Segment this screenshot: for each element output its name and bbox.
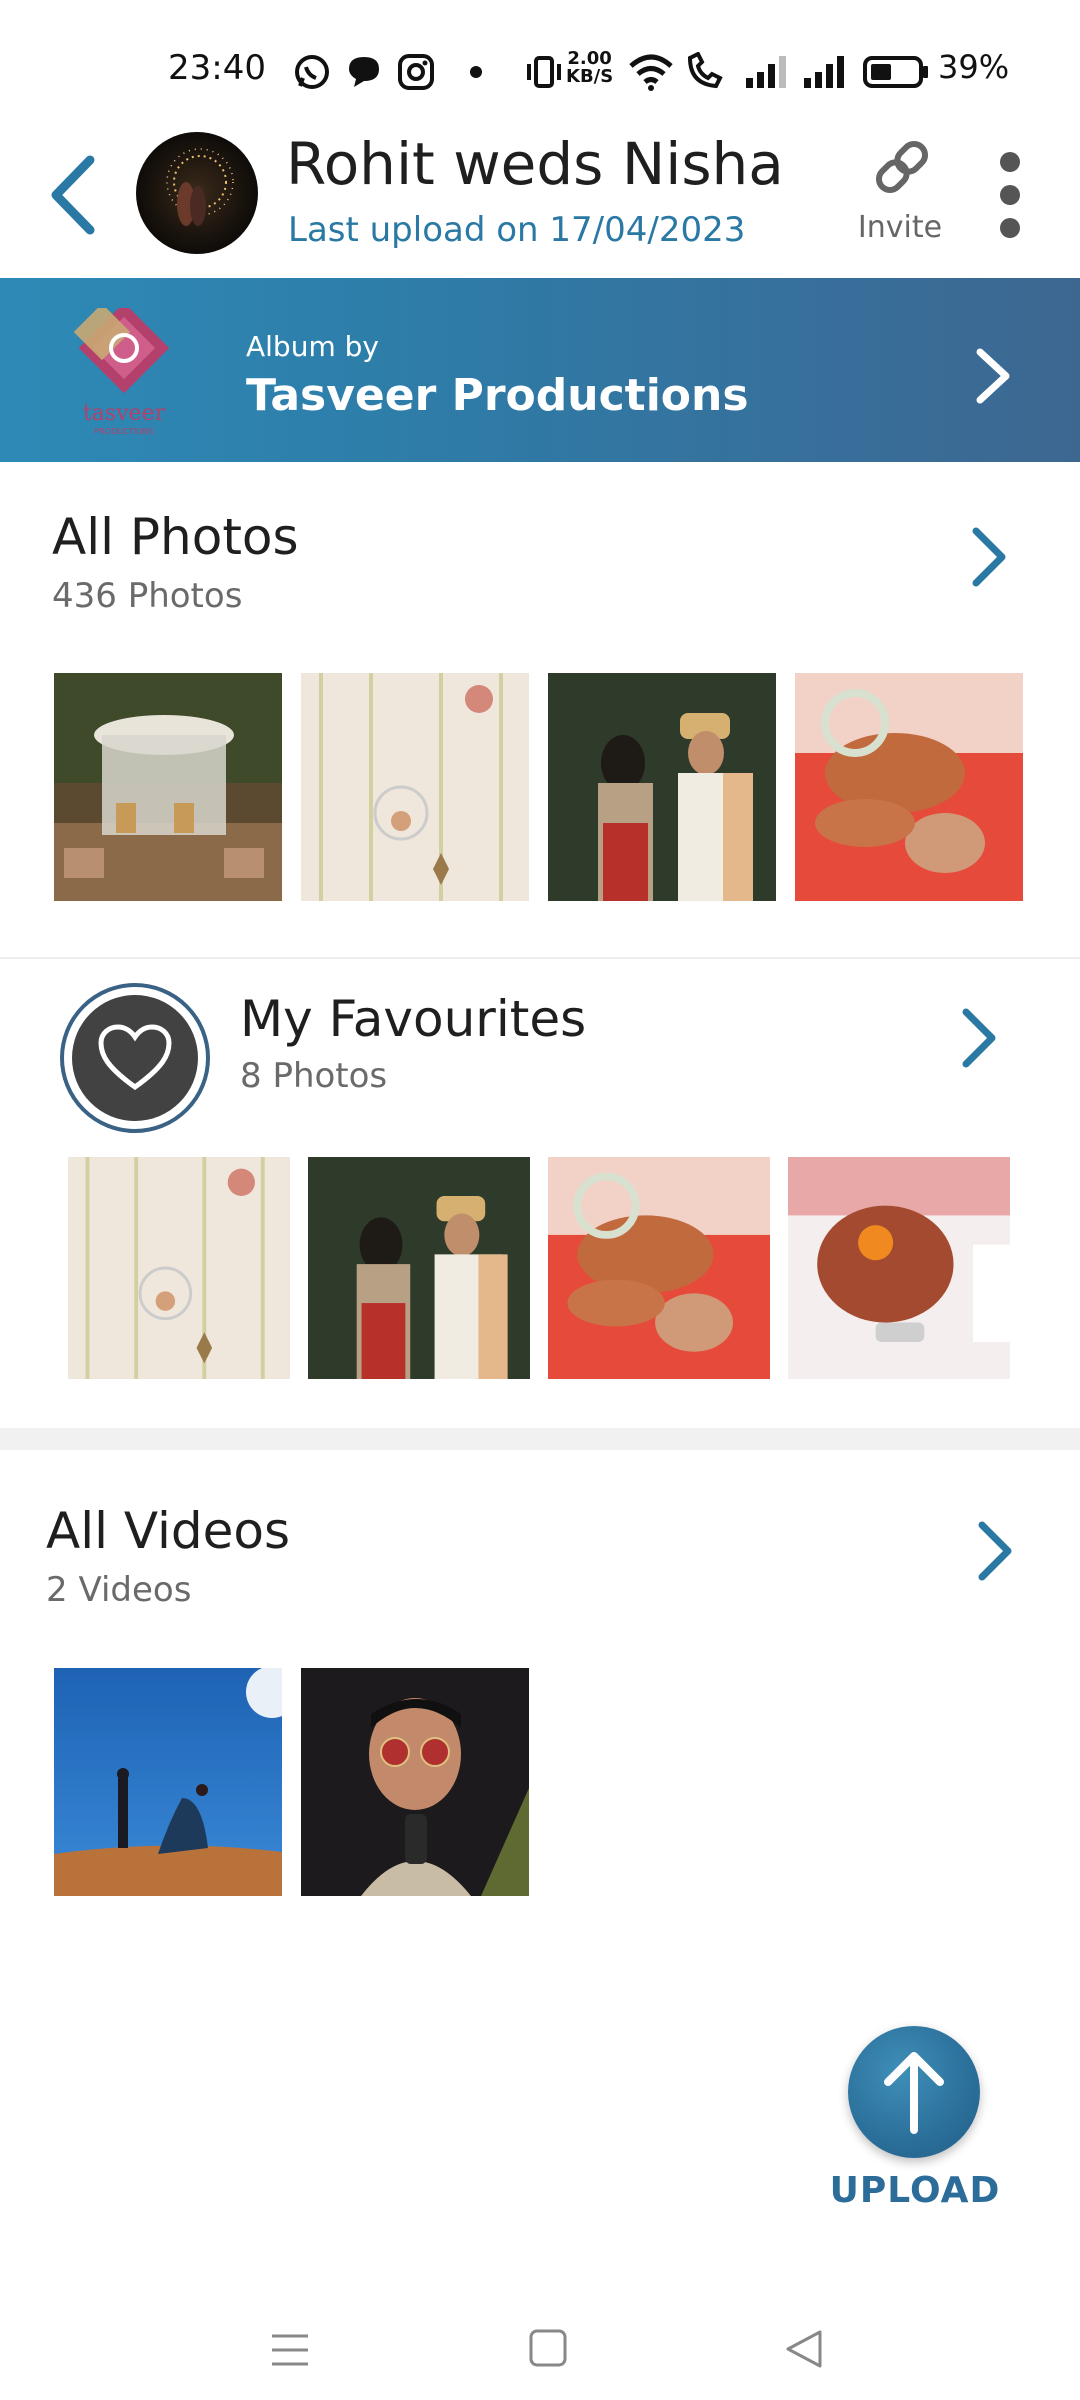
photo-thumbnail[interactable]: [68, 1157, 290, 1379]
section-divider: [0, 957, 1080, 959]
whatsapp-icon: [295, 55, 329, 89]
signal-icon: [804, 56, 844, 88]
home-icon[interactable]: [528, 2328, 568, 2368]
henna-flower-thumb: [788, 1157, 1010, 1379]
producer-name: Tasveer Productions: [246, 370, 749, 421]
photo-thumbnail[interactable]: [54, 673, 282, 901]
battery-icon: [863, 56, 928, 88]
couple-garland-thumb: [308, 1157, 530, 1379]
chevron-right-icon[interactable]: [956, 1006, 1002, 1070]
chevron-right-icon: [976, 348, 1010, 404]
wedding-mandap-thumb: [54, 673, 282, 901]
invite-button[interactable]: Invite: [848, 132, 952, 252]
photo-thumbnail[interactable]: [795, 673, 1023, 901]
status-time: 23:40: [168, 48, 266, 88]
photo-thumbnail[interactable]: [301, 673, 529, 901]
mehndi-hands-thumb: [795, 673, 1023, 901]
vibrate-icon: [527, 56, 561, 88]
sunglasses-man-thumb: [301, 1668, 529, 1896]
network-speed-unit: KB/S: [566, 66, 614, 87]
dot-icon: [470, 66, 482, 78]
chevron-right-icon[interactable]: [966, 525, 1012, 589]
photo-thumbnail[interactable]: [788, 1157, 1010, 1379]
invite-label: Invite: [857, 210, 943, 245]
favourites-count: 8 Photos: [240, 1056, 388, 1096]
svg-text:PRODUCTIONS: PRODUCTIONS: [95, 427, 154, 436]
photo-thumbnail[interactable]: [548, 1157, 770, 1379]
svg-text:tasveer: tasveer: [83, 401, 166, 426]
favourites-badge[interactable]: [60, 983, 210, 1133]
battery-percent: 39%: [938, 48, 1010, 86]
desert-couple-thumb: [54, 1668, 282, 1896]
system-nav-bar: [0, 2280, 1080, 2400]
chevron-right-icon[interactable]: [972, 1519, 1018, 1583]
all-videos-title[interactable]: All Videos: [46, 1502, 290, 1560]
producer-banner[interactable]: tasveer PRODUCTIONS Album by Tasveer Pro…: [0, 278, 1080, 462]
status-bar: 23:40 2.00 KB/S 39%: [0, 0, 1080, 140]
back-icon[interactable]: [38, 150, 108, 240]
hanging-decor-thumb: [68, 1157, 290, 1379]
arrow-up-icon: [884, 2052, 944, 2134]
all-photos-title[interactable]: All Photos: [52, 508, 299, 566]
hanging-decor-thumb: [301, 673, 529, 901]
instagram-icon: [398, 54, 434, 90]
more-options-button[interactable]: [990, 150, 1030, 240]
photo-thumbnail[interactable]: [548, 673, 776, 901]
album-avatar[interactable]: [136, 132, 258, 254]
all-photos-count: 436 Photos: [52, 576, 243, 616]
last-upload-date: Last upload on 17/04/2023: [288, 210, 746, 250]
album-by-label: Album by: [246, 330, 379, 363]
more-vertical-icon: [1000, 152, 1020, 238]
mehndi-hands-thumb: [548, 1157, 770, 1379]
couple-garland-thumb: [548, 673, 776, 901]
call-icon: [687, 52, 723, 89]
video-thumbnail[interactable]: [301, 1668, 529, 1896]
favourites-title[interactable]: My Favourites: [240, 990, 586, 1048]
section-divider: [0, 1428, 1080, 1450]
back-nav-icon[interactable]: [784, 2328, 824, 2370]
network-speed: 2.00 KB/S: [566, 50, 613, 86]
video-thumbnail[interactable]: [54, 1668, 282, 1896]
chat-bubble-icon: [349, 57, 379, 87]
link-icon: [875, 140, 929, 194]
producer-logo: tasveer PRODUCTIONS: [64, 302, 184, 438]
photo-thumbnail[interactable]: [308, 1157, 530, 1379]
upload-label[interactable]: UPLOAD: [820, 2170, 1010, 2211]
menu-icon[interactable]: [270, 2330, 310, 2370]
wifi-icon: [629, 54, 673, 91]
all-videos-count: 2 Videos: [46, 1570, 192, 1610]
upload-button[interactable]: [848, 2026, 980, 2158]
signal-icon: [746, 56, 786, 88]
album-title: Rohit weds Nisha: [286, 130, 784, 198]
heart-icon: [98, 1024, 172, 1091]
